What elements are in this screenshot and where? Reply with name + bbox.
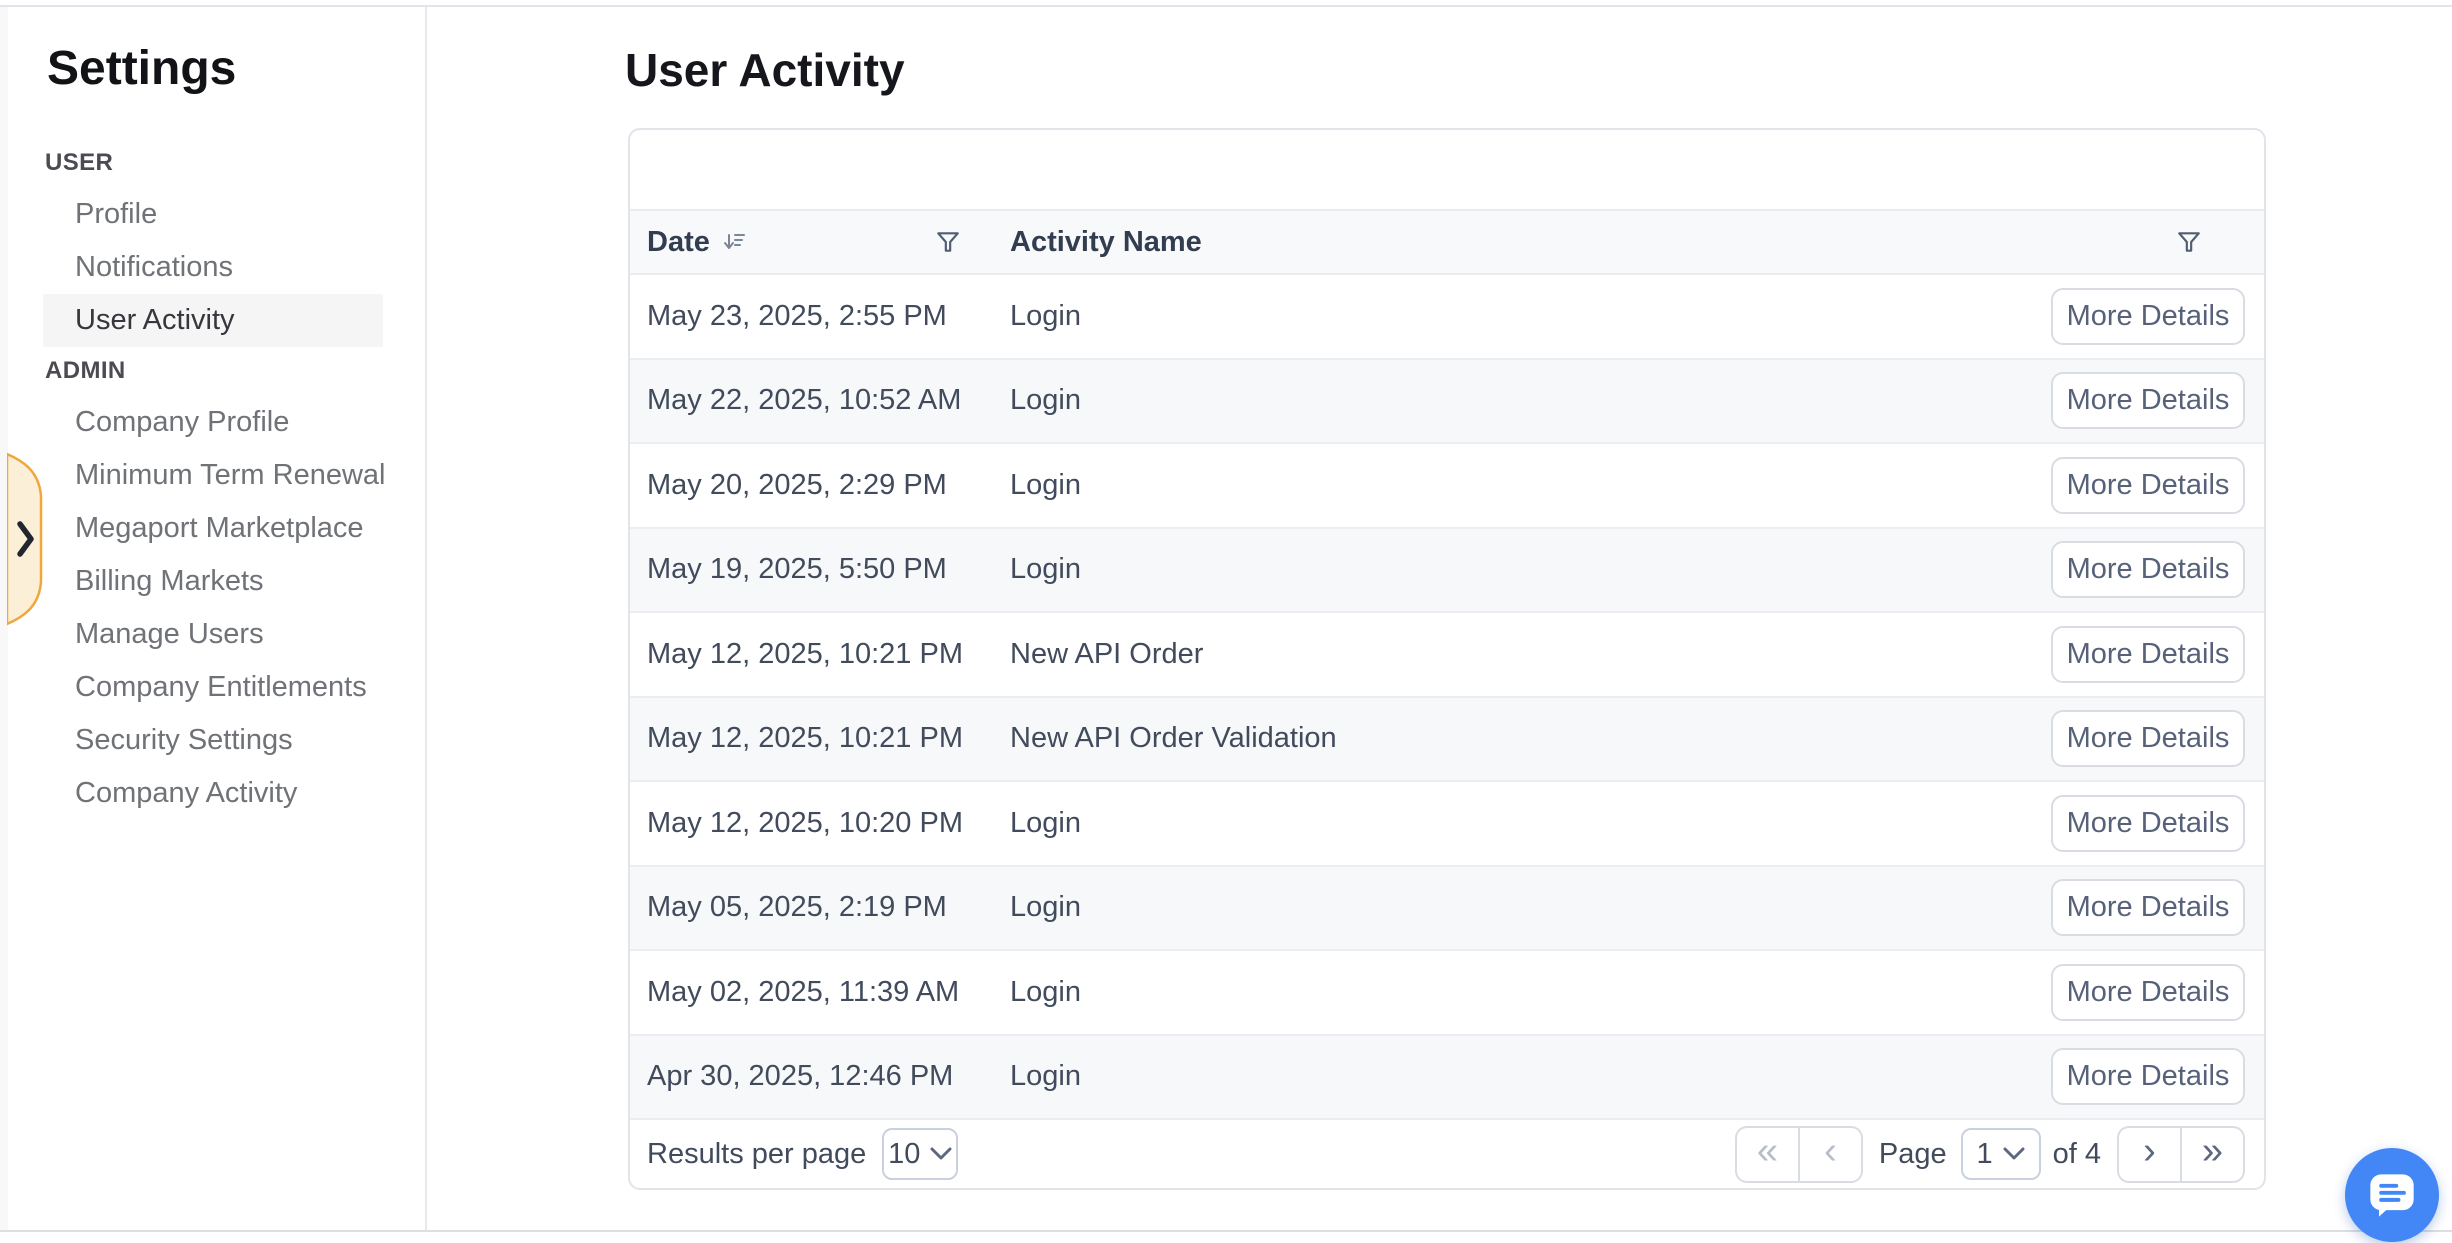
row-date: May 23, 2025, 2:55 PM [630, 300, 1010, 333]
table-row: Apr 30, 2025, 12:46 PM Login More Detail… [630, 1036, 2264, 1121]
table-row: May 12, 2025, 10:20 PM Login More Detail… [630, 782, 2264, 867]
page-number-select[interactable]: 1 [1961, 1128, 2041, 1180]
chat-bubble-icon [2366, 1171, 2418, 1219]
row-date: May 12, 2025, 10:20 PM [630, 807, 1010, 840]
activity-filter-icon[interactable] [2176, 229, 2202, 255]
page-total-label: of 4 [2053, 1138, 2101, 1171]
page-title: User Activity [625, 43, 905, 97]
chevron-down-icon [930, 1147, 952, 1161]
sidebar-item-profile[interactable]: Profile [43, 188, 383, 241]
more-details-button[interactable]: More Details [2051, 879, 2245, 936]
table-row: May 02, 2025, 11:39 AM Login More Detail… [630, 951, 2264, 1036]
table-row: May 12, 2025, 10:21 PM New API Order Val… [630, 698, 2264, 783]
next-page-button[interactable]: › [2117, 1126, 2181, 1183]
row-activity: Login [1010, 384, 2051, 417]
row-activity: Login [1010, 1060, 2051, 1093]
more-details-button[interactable]: More Details [2051, 541, 2245, 598]
date-column-label: Date [647, 226, 710, 259]
chevron-down-icon [2003, 1147, 2025, 1161]
row-activity: New API Order [1010, 638, 2051, 671]
sidebar-title: Settings [47, 41, 425, 97]
row-date: May 19, 2025, 5:50 PM [630, 553, 1010, 586]
page-label: Page [1879, 1138, 1947, 1171]
row-date: Apr 30, 2025, 12:46 PM [630, 1060, 1010, 1093]
table-footer: Results per page 10 « ‹ Page 1 [630, 1120, 2264, 1188]
sidebar-item-notifications[interactable]: Notifications [43, 241, 383, 294]
flyout-tab-shape [7, 446, 47, 636]
sort-descending-icon[interactable] [722, 230, 746, 254]
sidebar-item-company-profile[interactable]: Company Profile [43, 396, 383, 449]
table-row: May 23, 2025, 2:55 PM Login More Details [630, 275, 2264, 360]
settings-sidebar: Settings USER Profile Notifications User… [8, 7, 427, 1230]
table-row: May 05, 2025, 2:19 PM Login More Details [630, 867, 2264, 952]
results-per-page-value: 10 [888, 1138, 920, 1171]
table-row: May 20, 2025, 2:29 PM Login More Details [630, 444, 2264, 529]
row-date: May 12, 2025, 10:21 PM [630, 722, 1010, 755]
sidebar-section-user: USER [8, 148, 425, 178]
bottom-border [0, 1230, 2452, 1232]
more-details-button[interactable]: More Details [2051, 795, 2245, 852]
more-details-button[interactable]: More Details [2051, 1048, 2245, 1105]
sidebar-expand-toggle[interactable] [7, 446, 47, 636]
row-date: May 05, 2025, 2:19 PM [630, 891, 1010, 924]
row-date: May 20, 2025, 2:29 PM [630, 469, 1010, 502]
more-details-button[interactable]: More Details [2051, 710, 2245, 767]
column-header-activity-name[interactable]: Activity Name [1010, 226, 2264, 259]
main-content: User Activity Date Activity Name [427, 7, 2452, 1230]
row-date: May 22, 2025, 10:52 AM [630, 384, 1010, 417]
column-header-date[interactable]: Date [630, 226, 1010, 259]
results-per-page-select[interactable]: 10 [882, 1128, 958, 1180]
row-activity: Login [1010, 300, 2051, 333]
more-details-button[interactable]: More Details [2051, 288, 2245, 345]
more-details-button[interactable]: More Details [2051, 457, 2245, 514]
results-per-page-label: Results per page [647, 1138, 866, 1171]
row-date: May 02, 2025, 11:39 AM [630, 976, 1010, 1009]
table-row: May 12, 2025, 10:21 PM New API Order Mor… [630, 613, 2264, 698]
chat-launcher-button[interactable] [2345, 1148, 2439, 1242]
sidebar-item-company-activity[interactable]: Company Activity [43, 767, 383, 820]
sidebar-item-security-settings[interactable]: Security Settings [43, 714, 383, 767]
sidebar-item-user-activity[interactable]: User Activity [43, 294, 383, 347]
more-details-button[interactable]: More Details [2051, 964, 2245, 1021]
sidebar-item-megaport-marketplace[interactable]: Megaport Marketplace [43, 502, 383, 555]
row-activity: New API Order Validation [1010, 722, 2051, 755]
pagination-back-group: « ‹ [1735, 1126, 1863, 1183]
previous-page-button[interactable]: ‹ [1799, 1126, 1863, 1183]
row-activity: Login [1010, 891, 2051, 924]
table-row: May 22, 2025, 10:52 AM Login More Detail… [630, 360, 2264, 445]
date-filter-icon[interactable] [935, 229, 961, 255]
activity-column-label: Activity Name [1010, 226, 1202, 259]
row-activity: Login [1010, 469, 2051, 502]
table-toolbar [630, 130, 2264, 209]
page-number-value: 1 [1977, 1138, 1993, 1171]
first-page-button[interactable]: « [1735, 1126, 1799, 1183]
user-activity-card: Date Activity Name May [628, 128, 2266, 1190]
sidebar-item-billing-markets[interactable]: Billing Markets [43, 555, 383, 608]
sidebar-section-admin: ADMIN [8, 356, 425, 386]
last-page-button[interactable]: » [2181, 1126, 2245, 1183]
row-date: May 12, 2025, 10:21 PM [630, 638, 1010, 671]
pagination-controls: « ‹ Page 1 of 4 › » [1735, 1126, 2245, 1183]
row-activity: Login [1010, 976, 2051, 1009]
table-row: May 19, 2025, 5:50 PM Login More Details [630, 529, 2264, 614]
more-details-button[interactable]: More Details [2051, 372, 2245, 429]
pagination-forward-group: › » [2117, 1126, 2245, 1183]
row-activity: Login [1010, 553, 2051, 586]
row-activity: Login [1010, 807, 2051, 840]
table-header: Date Activity Name [630, 209, 2264, 275]
sidebar-item-manage-users[interactable]: Manage Users [43, 608, 383, 661]
sidebar-item-minimum-term-renewal[interactable]: Minimum Term Renewal [43, 449, 383, 502]
more-details-button[interactable]: More Details [2051, 626, 2245, 683]
sidebar-item-company-entitlements[interactable]: Company Entitlements [43, 661, 383, 714]
